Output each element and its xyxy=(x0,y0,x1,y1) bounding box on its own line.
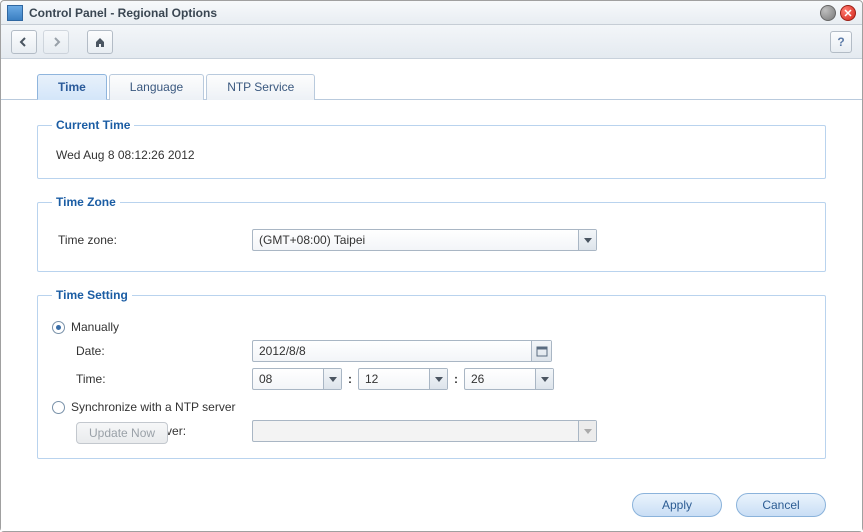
network-time-server-select[interactable] xyxy=(252,420,597,442)
radio-ntp[interactable] xyxy=(52,401,65,414)
forward-button[interactable] xyxy=(43,30,69,54)
close-icon xyxy=(844,9,852,17)
tabs: Time Language NTP Service xyxy=(1,59,862,100)
hour-value: 08 xyxy=(253,372,323,386)
panel-time: Current Time Wed Aug 8 08:12:26 2012 Tim… xyxy=(1,100,862,485)
titlebar: Control Panel - Regional Options xyxy=(1,1,862,25)
arrow-right-icon xyxy=(50,36,62,48)
window-title: Control Panel - Regional Options xyxy=(29,6,816,20)
tab-language[interactable]: Language xyxy=(109,74,204,100)
minute-value: 12 xyxy=(359,372,429,386)
home-icon xyxy=(94,36,106,48)
chevron-down-icon xyxy=(323,369,341,389)
back-button[interactable] xyxy=(11,30,37,54)
date-value: 2012/8/8 xyxy=(253,344,531,358)
help-button[interactable]: ? xyxy=(830,31,852,53)
tab-time[interactable]: Time xyxy=(37,74,107,100)
group-time-setting: Time Setting Manually Date: 2012/8/8 xyxy=(37,288,826,459)
toolbar: ? xyxy=(1,25,862,59)
apply-button[interactable]: Apply xyxy=(632,493,722,517)
chevron-down-icon xyxy=(578,230,596,250)
update-now-button[interactable]: Update Now xyxy=(76,422,168,444)
chevron-down-icon xyxy=(535,369,553,389)
window: Control Panel - Regional Options ? Time … xyxy=(0,0,863,532)
arrow-left-icon xyxy=(18,36,30,48)
radio-manually[interactable] xyxy=(52,321,65,334)
time-sep-1: : xyxy=(348,372,352,386)
calendar-icon xyxy=(531,341,551,361)
legend-current-time: Current Time xyxy=(52,118,134,132)
chevron-down-icon xyxy=(578,421,596,441)
label-manually: Manually xyxy=(71,320,119,334)
home-button[interactable] xyxy=(87,30,113,54)
current-time-value: Wed Aug 8 08:12:26 2012 xyxy=(52,146,811,164)
close-button[interactable] xyxy=(840,5,856,21)
second-select[interactable]: 26 xyxy=(464,368,554,390)
legend-time-setting: Time Setting xyxy=(52,288,132,302)
footer: Apply Cancel xyxy=(1,485,862,531)
app-icon xyxy=(7,5,23,21)
content: Time Language NTP Service Current Time W… xyxy=(1,59,862,531)
group-current-time: Current Time Wed Aug 8 08:12:26 2012 xyxy=(37,118,826,179)
second-value: 26 xyxy=(465,372,535,386)
time-zone-select[interactable]: (GMT+08:00) Taipei xyxy=(252,229,597,251)
minimize-button[interactable] xyxy=(820,5,836,21)
chevron-down-icon xyxy=(429,369,447,389)
group-time-zone: Time Zone Time zone: (GMT+08:00) Taipei xyxy=(37,195,826,272)
hour-select[interactable]: 08 xyxy=(252,368,342,390)
label-time-zone: Time zone: xyxy=(52,233,252,247)
radio-manually-row[interactable]: Manually xyxy=(52,320,811,334)
time-zone-value: (GMT+08:00) Taipei xyxy=(253,233,578,247)
minute-select[interactable]: 12 xyxy=(358,368,448,390)
tab-ntp-service[interactable]: NTP Service xyxy=(206,74,315,100)
time-sep-2: : xyxy=(454,372,458,386)
cancel-button[interactable]: Cancel xyxy=(736,493,826,517)
date-input[interactable]: 2012/8/8 xyxy=(252,340,552,362)
radio-ntp-row[interactable]: Synchronize with a NTP server xyxy=(52,400,811,414)
label-ntp: Synchronize with a NTP server xyxy=(71,400,236,414)
label-time: Time: xyxy=(52,372,252,386)
legend-time-zone: Time Zone xyxy=(52,195,120,209)
label-date: Date: xyxy=(52,344,252,358)
